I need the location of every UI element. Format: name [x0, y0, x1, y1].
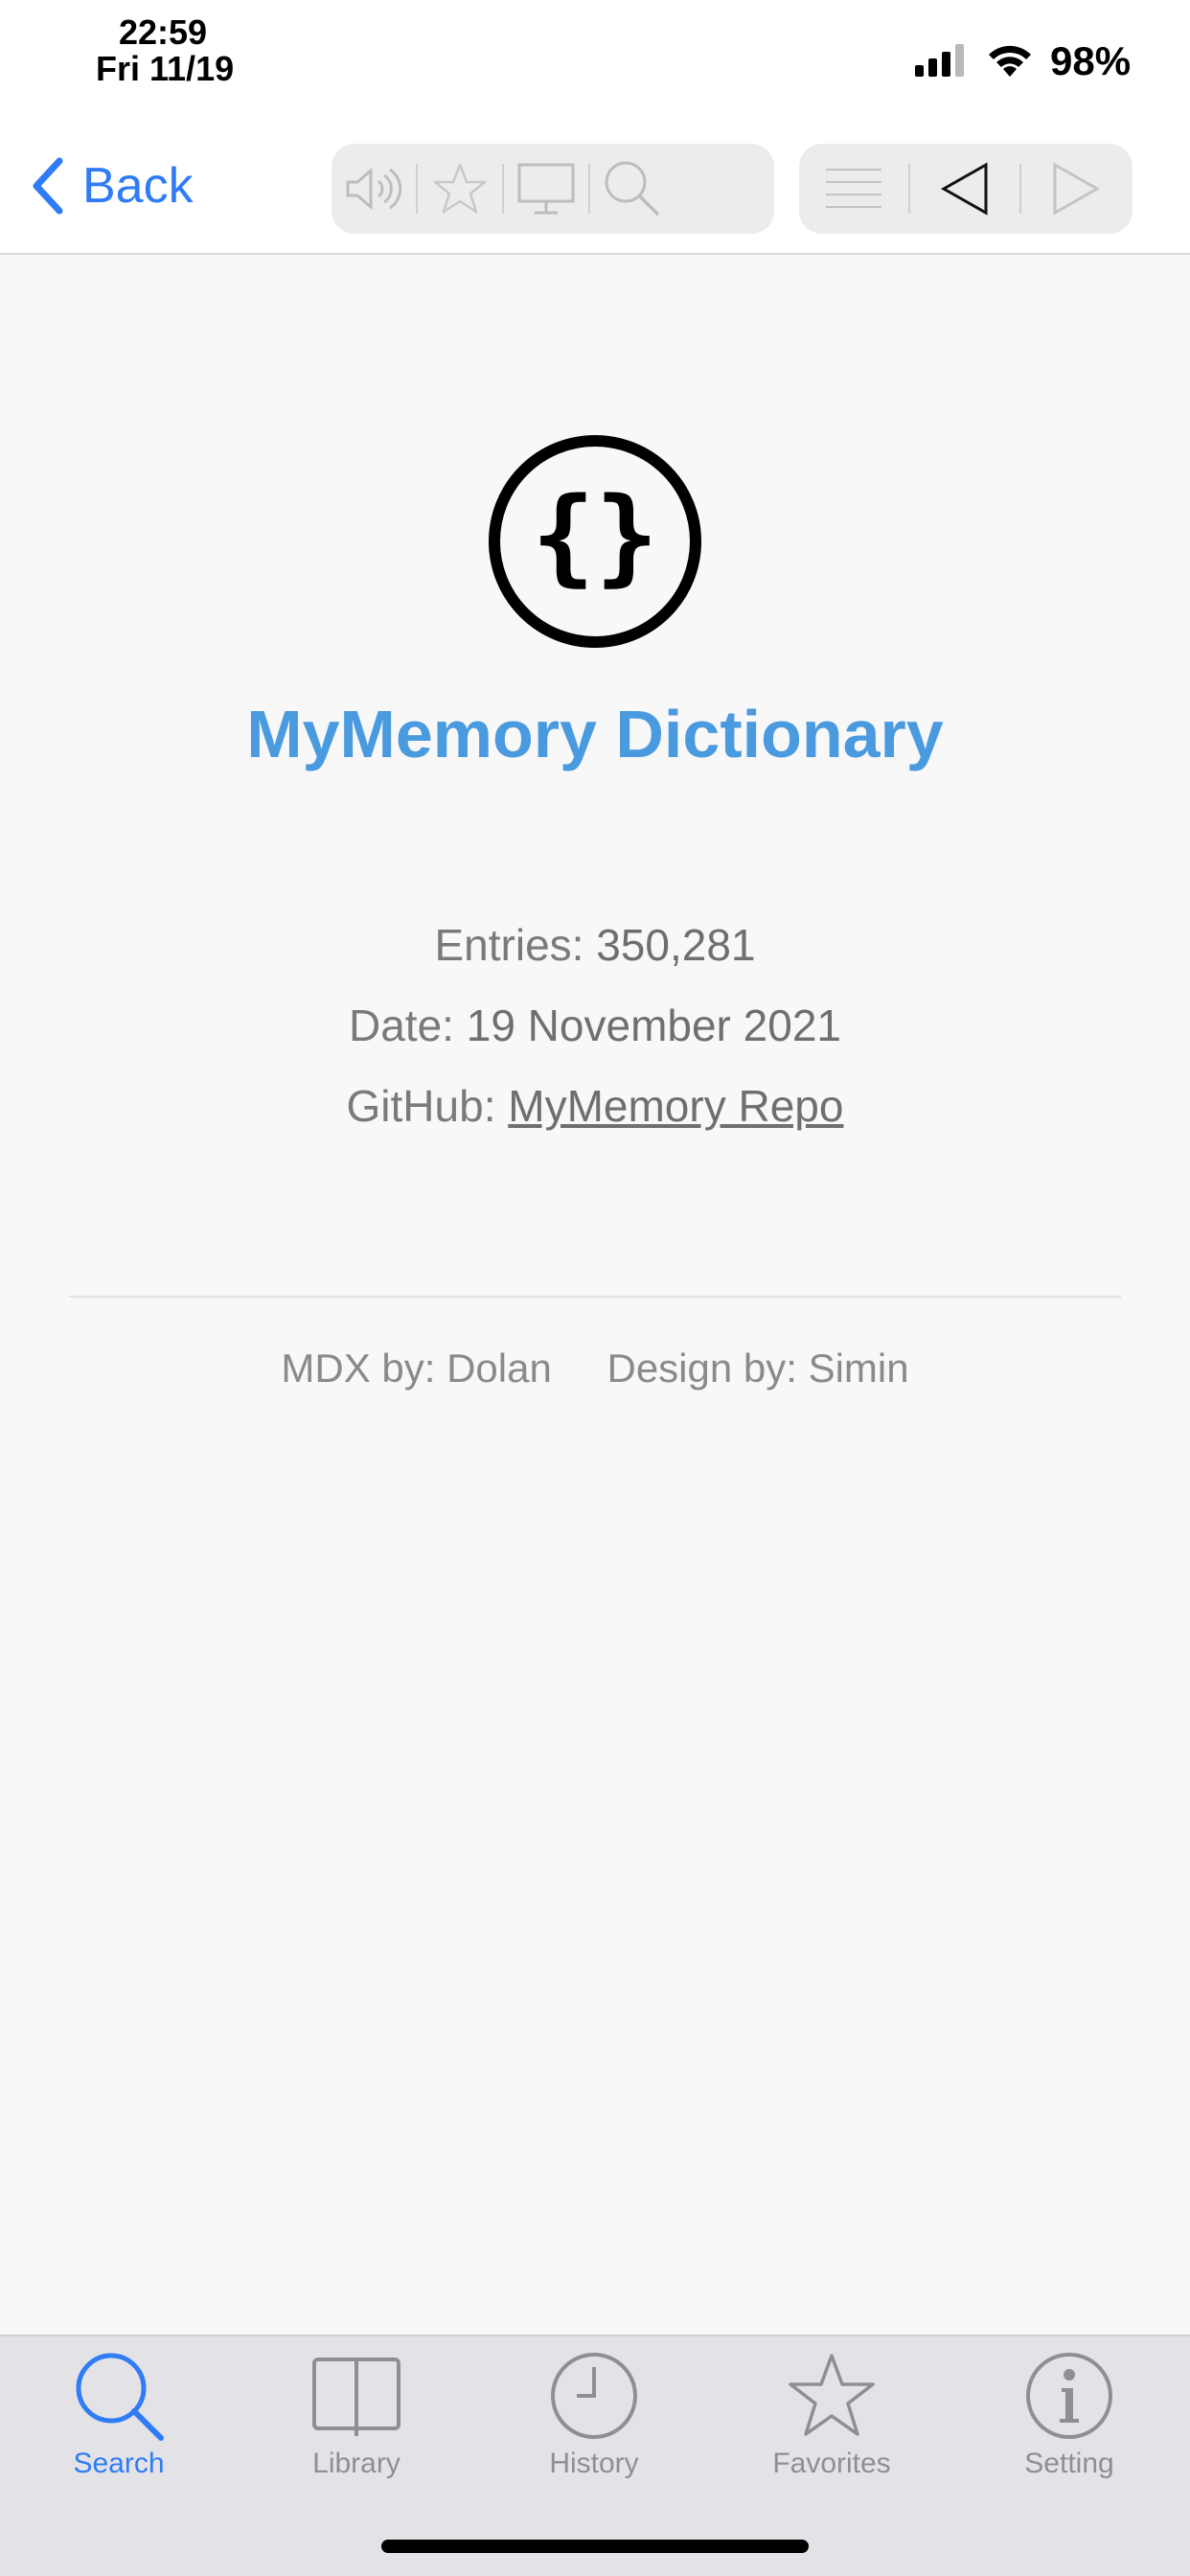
search-icon[interactable] [590, 144, 675, 234]
back-label: Back [82, 158, 194, 214]
tab-label: History [549, 2448, 639, 2479]
clock-icon [551, 2353, 637, 2439]
back-button[interactable]: Back [31, 157, 194, 215]
svg-text:{}: {} [532, 474, 658, 597]
battery-percentage: 98% [1050, 38, 1132, 83]
book-icon [312, 2358, 400, 2436]
status-date: Fri 11/19 [96, 49, 235, 88]
star-icon [789, 2354, 875, 2436]
status-bar: 22:59 Fri 11/19 98% [0, 0, 1190, 115]
next-icon[interactable] [1021, 144, 1131, 234]
entries-row: Entries: 350,281 [0, 918, 1190, 972]
design-credit: Design by: Simin [606, 1346, 909, 1391]
screen: 22:59 Fri 11/19 98% Back {} MyMemory Dic… [0, 0, 1190, 2576]
entries-label: Entries: [434, 920, 584, 970]
tab-search[interactable]: Search [23, 2350, 215, 2494]
mdx-credit: MDX by: Dolan [281, 1346, 552, 1391]
dictionary-title: MyMemory Dictionary [246, 697, 944, 771]
tab-label: Setting [1024, 2448, 1114, 2479]
divider [69, 1296, 1121, 1298]
curly-braces-icon: {} [487, 433, 703, 650]
speaker-icon[interactable] [332, 144, 416, 234]
wifi-icon [985, 42, 1035, 83]
tab-history[interactable]: History [498, 2350, 690, 2494]
date-label: Date: [349, 1000, 454, 1050]
github-row: GitHub: MyMemory Repo [0, 1079, 1190, 1133]
chevron-left-icon [33, 157, 63, 215]
tab-setting[interactable]: Setting [973, 2350, 1165, 2494]
info-icon [1026, 2353, 1112, 2439]
prev-icon[interactable] [910, 144, 1019, 234]
tab-favorites[interactable]: Favorites [736, 2350, 927, 2494]
status-time: 22:59 [118, 12, 208, 52]
home-indicator[interactable] [381, 2540, 809, 2553]
tab-label: Favorites [772, 2448, 891, 2479]
credits: MDX by: Dolan Design by: Simin [0, 1346, 1190, 1392]
tab-library[interactable]: Library [261, 2350, 452, 2494]
github-label: GitHub: [346, 1081, 496, 1131]
navigation-toolbar [799, 144, 1133, 234]
entry-toolbar [332, 144, 774, 234]
entries-value: 350,281 [596, 920, 756, 970]
monitor-icon[interactable] [504, 144, 588, 234]
search-icon [76, 2353, 164, 2441]
date-row: Date: 19 November 2021 [0, 999, 1190, 1052]
tab-label: Search [73, 2448, 165, 2479]
list-icon[interactable] [799, 144, 908, 234]
nav-bar: Back [0, 115, 1190, 255]
date-value: 19 November 2021 [466, 1000, 841, 1050]
signal-icon [915, 44, 969, 81]
star-icon[interactable] [418, 144, 502, 234]
github-repo-link[interactable]: MyMemory Repo [508, 1081, 843, 1131]
tab-label: Library [312, 2448, 400, 2479]
